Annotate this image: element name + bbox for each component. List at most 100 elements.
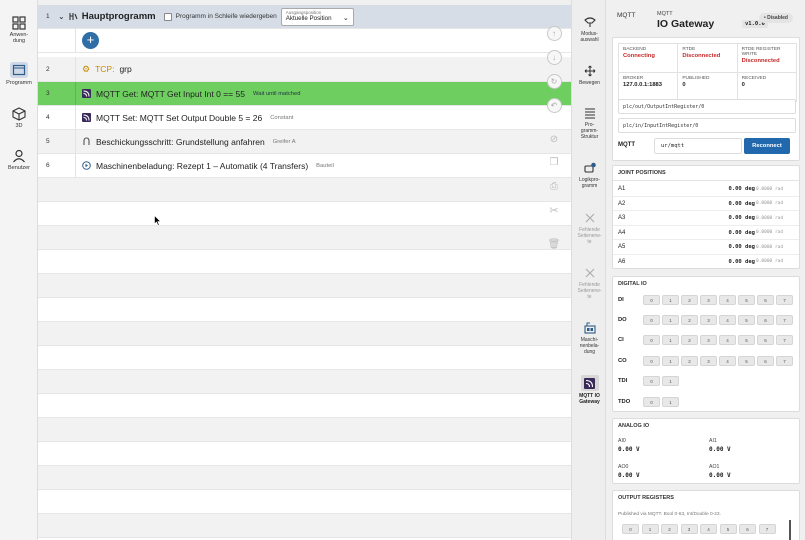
output-registers-card: OUTPUT REGISTERS Published via MQTT. Boo…: [612, 490, 800, 540]
hide-button[interactable]: ⊘: [541, 133, 567, 145]
toolbar-item-mqtt-io-gateway[interactable]: MQTT IO Gateway: [572, 375, 607, 405]
apps-grid-icon: [12, 16, 26, 30]
nav-label: Programm: [6, 80, 32, 86]
io-bit[interactable]: 1: [662, 295, 679, 305]
add-node-button[interactable]: +: [82, 32, 99, 49]
io-bit[interactable]: 0: [643, 397, 660, 407]
loop-checkbox-label: Programm in Schleife wiedergeben: [175, 13, 277, 20]
io-bit[interactable]: 3: [700, 356, 717, 366]
io-bit[interactable]: 1: [662, 315, 679, 325]
register-bit[interactable]: 4: [700, 524, 717, 534]
io-bit[interactable]: 2: [681, 356, 698, 366]
loop-checkbox[interactable]: [163, 12, 172, 21]
io-bit[interactable]: 0: [643, 315, 660, 325]
register-bit[interactable]: 6: [739, 524, 756, 534]
register-bit[interactable]: 2: [661, 524, 678, 534]
delete-button[interactable]: 🗑: [541, 238, 567, 250]
empty-row: [38, 466, 571, 490]
move-up-button[interactable]: ↑: [541, 26, 567, 41]
toolbar-item-logikprogramm[interactable]: Logikpro- gramm: [572, 162, 607, 189]
io-bit[interactable]: 5: [738, 315, 755, 325]
topic-out-field[interactable]: plc/out/OutputIntRegister/0: [618, 99, 796, 114]
register-bit[interactable]: 0: [622, 524, 639, 534]
start-position-select[interactable]: Ausgangsposition Aktuelle Position ⌄: [280, 7, 354, 26]
table-row[interactable]: 4 MQTT Set: MQTT Set Output Double 5 = 2…: [38, 106, 571, 130]
stat-value: 127.0.0.1:1883: [623, 82, 663, 88]
register-bit[interactable]: 3: [680, 524, 698, 534]
nav-item-benutzer[interactable]: Benutzer: [0, 149, 38, 171]
io-bit[interactable]: 1: [662, 397, 679, 407]
toolbar-label: Maschi- nenbela- dung: [579, 337, 600, 355]
io-bit[interactable]: 0: [643, 335, 660, 345]
scissors-icon: ✂: [549, 205, 559, 217]
tree-header-row[interactable]: 1 ⌄ Hauptprogramm Programm in Schleife w…: [38, 5, 571, 29]
io-bit[interactable]: 5: [738, 356, 755, 366]
table-row[interactable]: 2 ⚙ TCP: grp: [38, 57, 571, 82]
toolbar-item-maschinenbeladung[interactable]: Maschi- nenbela- dung: [572, 322, 607, 355]
toolbar-item-modusauswahl[interactable]: Modus- auswahl: [572, 16, 607, 43]
mqtt-prefix-input[interactable]: ur/mqtt: [654, 138, 742, 154]
mqtt-icon: [82, 113, 91, 122]
stat-key: RTDE REGISTER WRITE: [741, 47, 781, 57]
io-bit[interactable]: 0: [643, 295, 660, 305]
io-bit[interactable]: 6: [757, 335, 774, 345]
toolbar-item-bewegen[interactable]: Bewegen: [572, 65, 607, 86]
io-bit[interactable]: 7: [776, 356, 793, 366]
tcp-icon: ⚙: [82, 63, 91, 74]
io-bit[interactable]: 3: [700, 295, 717, 305]
node-text: MQTT Get: MQTT Get Input Int 0 == 55: [96, 88, 245, 99]
close-icon: [585, 213, 594, 223]
io-bit[interactable]: 1: [662, 356, 679, 366]
io-bit[interactable]: 2: [681, 335, 698, 345]
register-bit[interactable]: 1: [641, 524, 659, 534]
analog-ai0: AI0 0.00 V: [618, 438, 640, 453]
io-row-di: DI 01234567: [613, 292, 799, 312]
nav-item-programm[interactable]: Programm: [0, 62, 38, 86]
nav-item-anwendung[interactable]: Anwen- dung: [0, 16, 38, 44]
toolbar-item-programmstruktur[interactable]: Pro- gramm- Struktur: [572, 107, 607, 140]
io-bit[interactable]: 1: [662, 335, 679, 345]
io-bit[interactable]: 7: [776, 295, 793, 305]
chevron-down-icon[interactable]: ⌄: [58, 12, 65, 21]
toolbar-item-fehlende-2: Fehlende Seitenerw- te: [572, 267, 607, 300]
register-bit[interactable]: 7: [758, 524, 776, 534]
io-bit[interactable]: 1: [662, 376, 679, 386]
reconnect-button[interactable]: Reconnect: [744, 138, 790, 154]
topic-in-field[interactable]: plc/in/InputIntRegister/0: [618, 118, 796, 133]
io-bit[interactable]: 5: [738, 295, 755, 305]
io-bit[interactable]: 6: [757, 295, 774, 305]
io-bit[interactable]: 6: [757, 356, 774, 366]
io-bit[interactable]: 4: [719, 295, 736, 305]
io-bit[interactable]: 3: [700, 315, 717, 325]
io-bit[interactable]: 4: [719, 356, 736, 366]
row-number: 4: [38, 106, 76, 129]
io-bit[interactable]: 5: [738, 335, 755, 345]
nav-item-3d[interactable]: 3D: [0, 107, 38, 129]
io-bit[interactable]: 2: [681, 315, 698, 325]
io-bit[interactable]: 7: [776, 335, 793, 345]
stat-value: 0: [682, 82, 686, 88]
redo-button[interactable]: ↻: [541, 74, 567, 89]
io-bit[interactable]: 6: [757, 315, 774, 325]
undo-button[interactable]: ↶: [541, 98, 567, 113]
io-bit[interactable]: 0: [643, 356, 660, 366]
io-bit[interactable]: 0: [643, 376, 660, 386]
io-bit[interactable]: 2: [681, 295, 698, 305]
io-bit[interactable]: 3: [700, 335, 717, 345]
register-bit[interactable]: 5: [719, 524, 737, 534]
io-bit[interactable]: 4: [719, 335, 736, 345]
toolbar-label: Logikpro- gramm: [579, 177, 600, 189]
cut-button[interactable]: ✂: [541, 204, 567, 217]
io-bit[interactable]: 7: [776, 315, 793, 325]
io-bit[interactable]: 4: [719, 315, 736, 325]
table-row[interactable]: 5 Beschickungsschritt: Grundstellung anf…: [38, 130, 571, 154]
paste-button[interactable]: ⎙: [541, 180, 567, 192]
table-row-active[interactable]: 3 MQTT Get: MQTT Get Input Int 0 == 55 W…: [38, 82, 571, 106]
joint-deg: 0.00 deg: [728, 215, 756, 221]
copy-button[interactable]: ❐: [541, 156, 567, 168]
scrollbar[interactable]: [789, 520, 791, 540]
panel-title: IO Gateway: [657, 18, 715, 30]
move-down-button[interactable]: ↓: [541, 50, 567, 65]
play-circle-icon: [82, 161, 91, 170]
table-row[interactable]: 6 Maschinenbeladung: Rezept 1 – Automati…: [38, 154, 571, 178]
